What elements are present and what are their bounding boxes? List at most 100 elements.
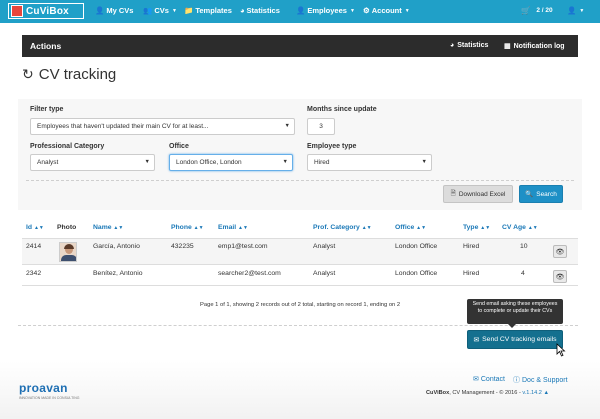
chevron-down-icon: ▼ bbox=[349, 7, 355, 14]
top-navbar: CuViBox 👤 My CVs 👥 CVs ▼ 📁 Templates ◕ S… bbox=[0, 0, 600, 23]
user-icon: 👤 bbox=[567, 6, 577, 15]
cell-email: emp1@test.com bbox=[218, 243, 268, 250]
sort-icon: ▲▼ bbox=[193, 225, 204, 231]
brand-logo[interactable]: CuViBox bbox=[8, 3, 84, 19]
doc-support-label: Doc & Support bbox=[522, 376, 568, 384]
search-button[interactable]: 🔍 Search bbox=[519, 185, 563, 203]
chevron-down-icon: ▼ bbox=[144, 159, 150, 165]
contact-link[interactable]: ✉ Contact bbox=[473, 375, 505, 384]
send-cv-tracking-emails-button[interactable]: ✉ Send CV tracking emails bbox=[467, 330, 563, 349]
sort-icon: ▲▼ bbox=[238, 225, 248, 231]
list-icon: ▦ bbox=[504, 43, 511, 50]
table-header: Id ▲▼ Photo Name ▲▼ Phone ▲▼ Email ▲▼ Pr… bbox=[22, 223, 578, 237]
view-cv-button[interactable]: 👁 bbox=[553, 270, 567, 283]
employee-type-value: Hired bbox=[314, 159, 330, 166]
nav-user-menu[interactable]: 👤 ▼ bbox=[567, 6, 584, 15]
company-logo[interactable]: proavan INNOVATION MADE IN CONSULTING bbox=[19, 381, 79, 400]
filter-divider bbox=[26, 180, 574, 181]
cell-id: 2414 bbox=[26, 243, 42, 250]
chevron-down-icon: ▼ bbox=[282, 159, 288, 165]
column-header-phone[interactable]: Phone ▲▼ bbox=[171, 224, 204, 231]
statistics-link-label: Statistics bbox=[457, 42, 489, 49]
cell-name: Benítez, Antonio bbox=[93, 270, 143, 277]
warning-icon: ▲ bbox=[543, 390, 549, 396]
office-select[interactable]: London Office, London ▼ bbox=[169, 154, 293, 171]
prof-category-select[interactable]: Analyst ▼ bbox=[30, 154, 155, 171]
user-icon: 👤 bbox=[296, 6, 306, 15]
sort-icon: ▲▼ bbox=[113, 225, 124, 231]
info-icon: ⓘ bbox=[513, 377, 520, 384]
column-header-office[interactable]: Office ▲▼ bbox=[395, 224, 426, 231]
search-button-label: Search bbox=[536, 190, 557, 198]
nav-account[interactable]: ⚙ Account ▼ bbox=[363, 6, 410, 15]
nav-statistics[interactable]: ◕ Statistics bbox=[240, 6, 280, 15]
eye-icon: 👁 bbox=[555, 248, 565, 256]
nav-templates[interactable]: 📁 Templates bbox=[184, 6, 232, 15]
statistics-link[interactable]: ◕ Statistics bbox=[450, 42, 488, 49]
column-header-id[interactable]: Id ▲▼ bbox=[26, 224, 44, 231]
download-excel-label: Download Excel bbox=[458, 190, 506, 198]
chevron-down-icon: ▼ bbox=[421, 159, 427, 165]
cell-category: Analyst bbox=[313, 243, 336, 250]
table-row: 2414 García, Antonio 432235 emp1@test.co… bbox=[22, 238, 578, 264]
cell-office: London Office bbox=[395, 270, 438, 277]
column-header-cv-age[interactable]: CV Age ▲▼ bbox=[502, 224, 538, 231]
chevron-down-icon: ▼ bbox=[579, 7, 585, 14]
cart-icon: 🛒 bbox=[521, 6, 531, 15]
cell-category: Analyst bbox=[313, 270, 336, 277]
cell-cv-age: 4 bbox=[521, 270, 525, 277]
office-value: London Office, London bbox=[176, 159, 242, 166]
nav-statistics-label: Statistics bbox=[246, 6, 280, 15]
avatar bbox=[59, 242, 77, 262]
nav-cart[interactable]: 🛒 2 / 20 bbox=[521, 6, 553, 15]
search-icon: 🔍 bbox=[525, 191, 534, 198]
view-cv-button[interactable]: 👁 bbox=[553, 245, 567, 258]
nav-employees[interactable]: 👤 Employees ▼ bbox=[296, 6, 355, 15]
send-emails-tooltip: Send email asking these employees to com… bbox=[467, 299, 563, 324]
column-header-type[interactable]: Type ▲▼ bbox=[463, 224, 490, 231]
version-link[interactable]: v.1.14.2 bbox=[522, 390, 542, 396]
download-excel-button[interactable]: 🗎 Download Excel bbox=[443, 185, 513, 203]
pie-chart-icon: ◕ bbox=[450, 42, 455, 49]
column-header-category[interactable]: Prof. Category ▲▼ bbox=[313, 224, 372, 231]
sort-icon: ▲▼ bbox=[527, 225, 538, 231]
sort-icon: ▲▼ bbox=[480, 225, 491, 231]
page-title: ↻ CV tracking bbox=[22, 66, 116, 83]
nav-cvs[interactable]: 👥 CVs ▼ bbox=[143, 6, 177, 15]
notification-log-link[interactable]: ▦ Notification log bbox=[504, 42, 565, 51]
nav-my-cvs-label: My CVs bbox=[106, 6, 134, 15]
cell-id: 2342 bbox=[26, 270, 42, 277]
notification-log-label: Notification log bbox=[513, 42, 565, 50]
brand-name: CuViBox bbox=[26, 5, 69, 17]
filter-panel: Filter type Employees that haven't updat… bbox=[18, 99, 582, 210]
nav-my-cvs[interactable]: 👤 My CVs bbox=[95, 6, 133, 15]
nav-cvs-label: CVs bbox=[154, 6, 169, 15]
months-input[interactable]: 3 bbox=[307, 118, 335, 135]
filter-type-select[interactable]: Employees that haven't updated their mai… bbox=[30, 118, 295, 135]
prof-category-value: Analyst bbox=[37, 159, 59, 166]
send-button-label: Send CV tracking emails bbox=[482, 336, 557, 343]
users-icon: 👥 bbox=[143, 6, 153, 15]
months-label: Months since update bbox=[307, 106, 377, 113]
table-row: 2342 Benítez, Antonio searcher2@test.com… bbox=[22, 264, 578, 286]
envelope-icon: ✉ bbox=[473, 376, 479, 383]
copyright: CuViBox, CV Management - © 2016 - v.1.14… bbox=[426, 390, 549, 396]
pagination-info: Page 1 of 1, showing 2 records out of 2 … bbox=[200, 302, 401, 308]
column-header-name[interactable]: Name ▲▼ bbox=[93, 224, 123, 231]
chevron-down-icon: ▼ bbox=[404, 7, 410, 14]
cart-count: 2 / 20 bbox=[536, 7, 553, 14]
column-header-email[interactable]: Email ▲▼ bbox=[218, 224, 248, 231]
table-divider bbox=[18, 325, 578, 326]
company-tagline: INNOVATION MADE IN CONSULTING bbox=[19, 396, 80, 400]
nav-templates-label: Templates bbox=[195, 6, 232, 15]
employee-type-select[interactable]: Hired ▼ bbox=[307, 154, 432, 171]
folder-icon: 📁 bbox=[184, 6, 194, 15]
copyright-text: , CV Management - © 2016 - bbox=[449, 390, 521, 396]
sort-icon: ▲▼ bbox=[361, 225, 372, 231]
doc-support-link[interactable]: ⓘ Doc & Support bbox=[513, 375, 568, 385]
footer: proavan INNOVATION MADE IN CONSULTING ✉ … bbox=[0, 361, 600, 419]
gear-icon: ⚙ bbox=[363, 6, 370, 15]
chevron-down-icon: ▼ bbox=[284, 123, 290, 129]
prof-category-label: Professional Category bbox=[30, 143, 105, 150]
actions-title: Actions bbox=[30, 41, 62, 51]
